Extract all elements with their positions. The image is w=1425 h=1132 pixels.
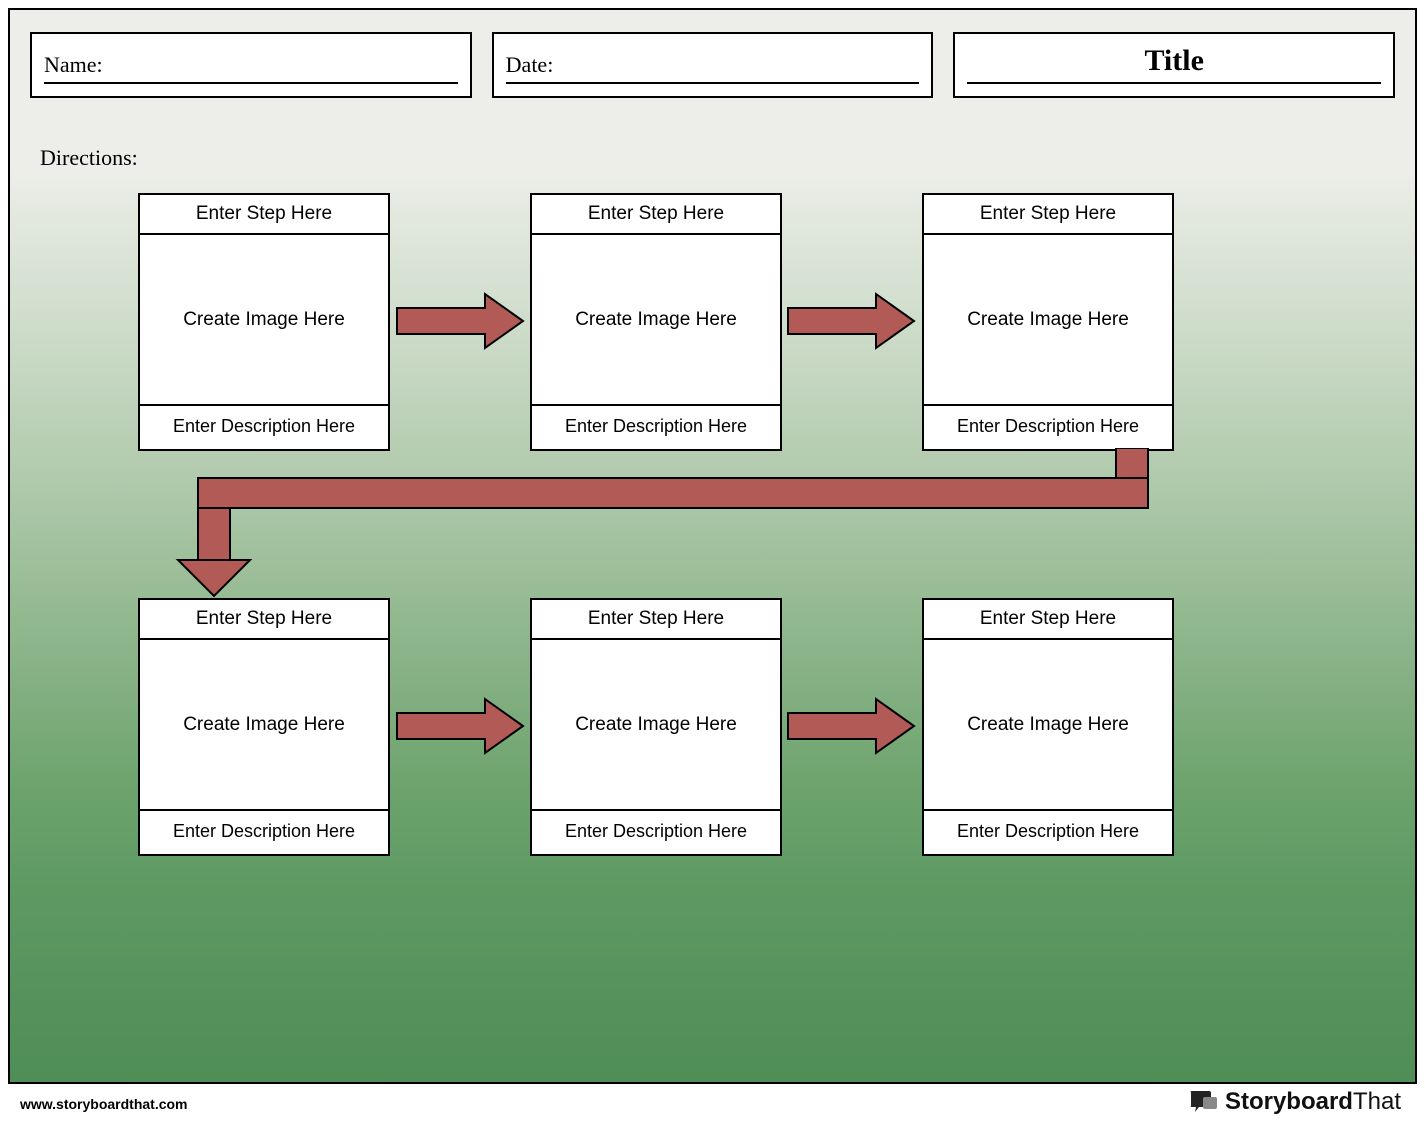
title-field[interactable]: Title	[953, 32, 1395, 98]
arrow-right-icon	[786, 290, 916, 352]
step-card-5[interactable]: Enter Step Here Create Image Here Enter …	[530, 598, 782, 856]
header-row: Name: Date: Title	[30, 32, 1395, 98]
step-description[interactable]: Enter Description Here	[532, 406, 780, 449]
step-title[interactable]: Enter Step Here	[140, 600, 388, 640]
name-underline	[44, 82, 458, 84]
footer-logo: StoryboardThat	[1189, 1088, 1401, 1116]
step-image-placeholder[interactable]: Create Image Here	[140, 640, 388, 811]
date-label: Date:	[506, 52, 554, 78]
step-description[interactable]: Enter Description Here	[924, 811, 1172, 854]
page: Name: Date: Title Directions: Enter Step…	[0, 0, 1425, 1132]
step-image-placeholder[interactable]: Create Image Here	[924, 235, 1172, 406]
date-field[interactable]: Date:	[492, 32, 934, 98]
step-card-2[interactable]: Enter Step Here Create Image Here Enter …	[530, 193, 782, 451]
storyboard-icon	[1189, 1089, 1219, 1115]
step-image-placeholder[interactable]: Create Image Here	[532, 640, 780, 811]
step-title[interactable]: Enter Step Here	[532, 195, 780, 235]
arrow-wrap-icon	[138, 448, 1174, 598]
footer-url: www.storyboardthat.com	[20, 1096, 188, 1112]
directions-label: Directions:	[40, 145, 138, 171]
step-description[interactable]: Enter Description Here	[140, 406, 388, 449]
step-description[interactable]: Enter Description Here	[140, 811, 388, 854]
logo-text: StoryboardThat	[1225, 1088, 1401, 1116]
step-card-3[interactable]: Enter Step Here Create Image Here Enter …	[922, 193, 1174, 451]
arrow-right-icon	[395, 695, 525, 757]
step-description[interactable]: Enter Description Here	[532, 811, 780, 854]
arrow-right-icon	[786, 695, 916, 757]
date-underline	[506, 82, 920, 84]
name-field[interactable]: Name:	[30, 32, 472, 98]
step-image-placeholder[interactable]: Create Image Here	[924, 640, 1172, 811]
arrow-right-icon	[395, 290, 525, 352]
step-title[interactable]: Enter Step Here	[140, 195, 388, 235]
logo-bold: Storyboard	[1225, 1088, 1353, 1115]
worksheet-canvas: Name: Date: Title Directions: Enter Step…	[8, 8, 1417, 1084]
step-title[interactable]: Enter Step Here	[924, 600, 1172, 640]
step-image-placeholder[interactable]: Create Image Here	[532, 235, 780, 406]
title-underline	[967, 82, 1381, 84]
title-text: Title	[1144, 44, 1203, 78]
step-card-6[interactable]: Enter Step Here Create Image Here Enter …	[922, 598, 1174, 856]
step-image-placeholder[interactable]: Create Image Here	[140, 235, 388, 406]
name-label: Name:	[44, 52, 103, 78]
step-description[interactable]: Enter Description Here	[924, 406, 1172, 449]
step-card-4[interactable]: Enter Step Here Create Image Here Enter …	[138, 598, 390, 856]
step-title[interactable]: Enter Step Here	[924, 195, 1172, 235]
logo-light: That	[1353, 1088, 1401, 1115]
step-card-1[interactable]: Enter Step Here Create Image Here Enter …	[138, 193, 390, 451]
step-title[interactable]: Enter Step Here	[532, 600, 780, 640]
